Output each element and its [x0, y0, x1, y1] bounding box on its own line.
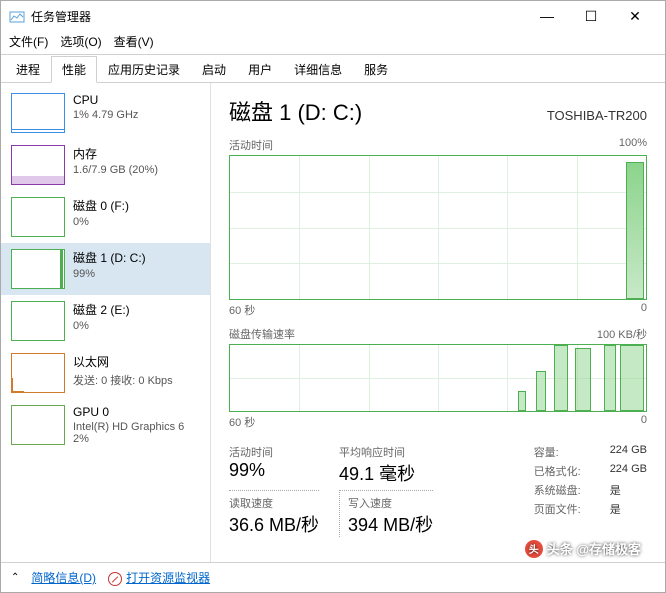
tab-apphistory[interactable]: 应用历史记录 [97, 56, 191, 83]
chart2-xleft: 60 秒 [229, 414, 255, 430]
menu-options[interactable]: 选项(O) [60, 33, 101, 50]
sidebar-item-net-5[interactable]: 以太网发送: 0 接收: 0 Kbps [1, 347, 210, 399]
sidebar-item-disk-4[interactable]: 磁盘 2 (E:) 0% [1, 295, 210, 347]
chart1-label: 活动时间 [229, 137, 273, 153]
thumbnail-chart [11, 301, 65, 341]
close-button[interactable]: ✕ [613, 1, 657, 31]
chart1-max: 100% [619, 137, 647, 153]
thumbnail-chart [11, 197, 65, 237]
item-name: CPU [73, 93, 200, 107]
write-speed-label: 写入速度 [348, 495, 433, 511]
watermark-icon: 头 [525, 540, 543, 558]
resmon-icon [108, 572, 122, 586]
minimize-button[interactable]: — [525, 1, 569, 31]
menu-view[interactable]: 查看(V) [114, 33, 154, 50]
item-sub: 99% [73, 268, 200, 280]
item-name: GPU 0 [73, 405, 200, 419]
collapse-icon[interactable]: ⌃ [11, 572, 19, 583]
chart2-xright: 0 [641, 414, 647, 430]
tab-users[interactable]: 用户 [237, 56, 283, 83]
chart1-xleft: 60 秒 [229, 302, 255, 318]
menubar: 文件(F) 选项(O) 查看(V) [1, 31, 665, 55]
prop-value: 是 [610, 482, 621, 498]
write-speed-value: 394 MB/秒 [348, 511, 433, 537]
app-icon [9, 8, 25, 24]
item-sub: Intel(R) HD Graphics 62% [73, 421, 200, 445]
thumbnail-chart [11, 93, 65, 133]
sidebar-item-cpu-0[interactable]: CPU 1% 4.79 GHz [1, 87, 210, 139]
item-sub: 0% [73, 320, 200, 332]
item-sub: 1% 4.79 GHz [73, 109, 200, 121]
prop-value: 224 GB [610, 444, 647, 460]
tab-startup[interactable]: 启动 [191, 56, 237, 83]
resmon-link[interactable]: 打开资源监视器 [108, 569, 210, 586]
prop-label: 已格式化: [534, 463, 596, 479]
resp-time-value: 49.1 毫秒 [339, 460, 433, 486]
watermark: 头 头条 @存储极客 [525, 539, 641, 558]
maximize-button[interactable]: ☐ [569, 1, 613, 31]
thumbnail-chart [11, 145, 65, 185]
disk-model: TOSHIBA-TR200 [547, 108, 647, 123]
sidebar-item-disk-2[interactable]: 磁盘 0 (F:) 0% [1, 191, 210, 243]
main-panel: 磁盘 1 (D: C:) TOSHIBA-TR200 活动时间 100% 60 … [211, 83, 665, 562]
prop-value: 224 GB [610, 463, 647, 479]
read-speed-label: 读取速度 [229, 495, 319, 511]
thumbnail-chart [11, 353, 65, 393]
item-sub: 0% [73, 216, 200, 228]
item-sub: 发送: 0 接收: 0 Kbps [73, 372, 200, 388]
resp-time-label: 平均响应时间 [339, 444, 433, 460]
sidebar: CPU 1% 4.79 GHz 内存 1.6/7.9 GB (20%) 磁盘 0 (F:… [1, 83, 211, 562]
item-name: 磁盘 2 (E:) [73, 301, 200, 318]
window-title: 任务管理器 [31, 8, 525, 25]
statusbar: ⌃ 简略信息(D) 打开资源监视器 [1, 562, 665, 592]
prop-label: 系统磁盘: [534, 482, 596, 498]
item-name: 内存 [73, 145, 200, 162]
thumbnail-chart [11, 405, 65, 445]
menu-file[interactable]: 文件(F) [9, 33, 48, 50]
sidebar-item-mem-1[interactable]: 内存 1.6/7.9 GB (20%) [1, 139, 210, 191]
item-name: 磁盘 0 (F:) [73, 197, 200, 214]
sidebar-item-disk-3[interactable]: 磁盘 1 (D: C:) 99% [1, 243, 210, 295]
item-name: 以太网 [73, 353, 200, 370]
active-time-value: 99% [229, 460, 319, 481]
tab-processes[interactable]: 进程 [5, 56, 51, 83]
prop-value: 是 [610, 501, 621, 517]
sidebar-item-gpu-6[interactable]: GPU 0 Intel(R) HD Graphics 62% [1, 399, 210, 451]
tab-details[interactable]: 详细信息 [283, 56, 353, 83]
chart2-max: 100 KB/秒 [597, 326, 647, 342]
item-name: 磁盘 1 (D: C:) [73, 249, 200, 266]
item-sub: 1.6/7.9 GB (20%) [73, 164, 200, 176]
disk-title: 磁盘 1 (D: C:) [229, 95, 362, 127]
active-time-label: 活动时间 [229, 444, 319, 460]
activity-chart [229, 155, 647, 300]
brief-info-link[interactable]: 简略信息(D) [31, 569, 96, 586]
tab-services[interactable]: 服务 [353, 56, 399, 83]
prop-label: 页面文件: [534, 501, 596, 517]
titlebar: 任务管理器 — ☐ ✕ [1, 1, 665, 31]
prop-label: 容量: [534, 444, 596, 460]
chart2-label: 磁盘传输速率 [229, 326, 295, 342]
thumbnail-chart [11, 249, 65, 289]
read-speed-value: 36.6 MB/秒 [229, 511, 319, 537]
chart1-xright: 0 [641, 302, 647, 318]
tabs: 进程 性能 应用历史记录 启动 用户 详细信息 服务 [1, 55, 665, 83]
transfer-chart [229, 344, 647, 412]
tab-performance[interactable]: 性能 [51, 56, 97, 83]
disk-properties: 容量: 224 GB 已格式化: 224 GB 系统磁盘: 是页面文件: 是 [534, 444, 647, 537]
